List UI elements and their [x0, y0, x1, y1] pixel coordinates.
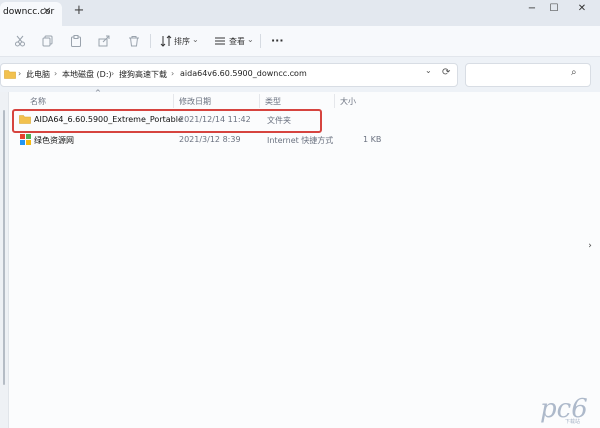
refresh-icon[interactable]: ⟳	[442, 67, 450, 78]
more-options-button[interactable]: ···	[271, 34, 284, 47]
copy-icon[interactable]	[42, 35, 54, 47]
file-type: 文件夹	[267, 116, 291, 125]
column-header-name[interactable]: 名称	[30, 96, 46, 107]
sort-button[interactable]: 排序	[174, 36, 190, 47]
cut-icon[interactable]	[14, 35, 26, 47]
view-icon	[215, 37, 225, 45]
column-header-type[interactable]: 类型	[265, 96, 281, 107]
view-button[interactable]: 查看	[229, 36, 245, 47]
folder-icon	[4, 70, 16, 79]
breadcrumb-separator: ›	[171, 69, 175, 78]
new-tab-button[interactable]: +	[72, 4, 86, 18]
folder-icon	[19, 115, 31, 124]
breadcrumb-this-pc[interactable]: 此电脑	[26, 69, 50, 80]
watermark-logo: pc6	[540, 394, 588, 424]
breadcrumb-current-folder[interactable]: aida64v6.60.5900_downcc.com	[180, 69, 307, 78]
maximize-button[interactable]: ☐	[543, 2, 565, 16]
internet-shortcut-icon	[20, 134, 31, 145]
sort-indicator-icon: ^	[95, 89, 101, 97]
tab-bar	[0, 0, 600, 26]
column-header-date[interactable]: 修改日期	[179, 96, 211, 107]
breadcrumb-sogou-download[interactable]: 搜狗高速下载	[119, 69, 167, 80]
toolbar-divider	[150, 34, 151, 48]
file-type: Internet 快捷方式	[267, 136, 334, 145]
close-window-button[interactable]: ✕	[571, 2, 593, 16]
nav-scrollbar[interactable]	[3, 110, 5, 385]
minimize-button[interactable]: −	[521, 2, 543, 16]
sort-chevron-icon: ⌄	[192, 35, 199, 44]
file-name: AIDA64_6.60.5900_Extreme_Portable	[34, 115, 183, 124]
breadcrumb-separator: ›	[18, 69, 22, 78]
scroll-right-icon[interactable]: ›	[584, 236, 596, 256]
column-divider[interactable]	[173, 94, 174, 108]
delete-icon[interactable]	[128, 35, 140, 47]
file-date: 2021/12/14 11:42	[179, 115, 251, 124]
breadcrumb-separator: ›	[293, 69, 297, 78]
command-bar	[0, 26, 600, 57]
file-size: 1 KB	[363, 135, 382, 144]
paste-icon[interactable]	[70, 35, 82, 47]
column-header-size[interactable]: 大小	[340, 96, 356, 107]
view-chevron-icon: ⌄	[247, 35, 254, 44]
breadcrumb-drive-d[interactable]: 本地磁盘 (D:)	[62, 69, 112, 80]
address-dropdown-icon[interactable]: ⌄	[425, 66, 432, 75]
column-divider[interactable]	[334, 94, 335, 108]
breadcrumb-separator: ›	[54, 69, 58, 78]
tab-close-icon[interactable]: ×	[40, 4, 54, 18]
toolbar-divider	[260, 34, 261, 48]
file-name: 绿色资源网	[34, 136, 74, 145]
search-icon: ⌕	[571, 67, 577, 78]
column-divider[interactable]	[259, 94, 260, 108]
watermark-subtext: 下载站	[565, 419, 581, 425]
share-icon[interactable]	[98, 35, 110, 47]
breadcrumb-separator: ›	[111, 69, 115, 78]
file-date: 2021/3/12 8:39	[179, 135, 241, 144]
sort-icon	[160, 35, 172, 47]
